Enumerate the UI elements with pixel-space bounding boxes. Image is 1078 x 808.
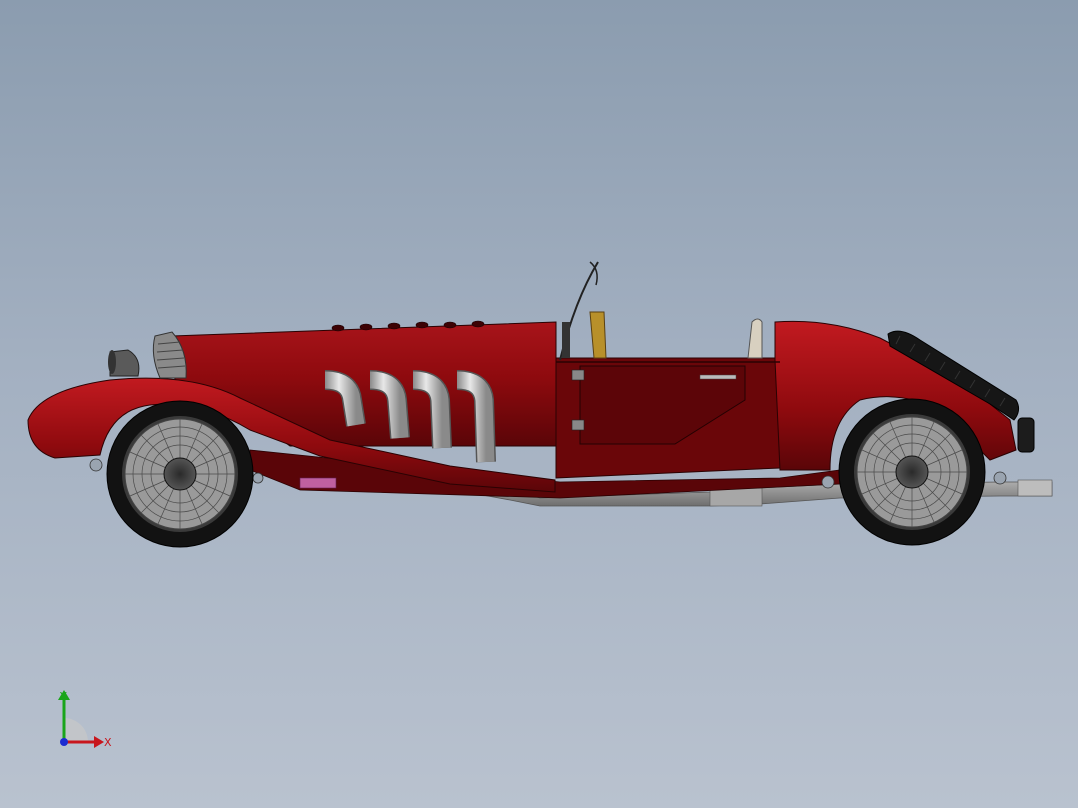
under-part bbox=[299, 477, 337, 489]
x-axis-label: X bbox=[104, 736, 112, 749]
z-axis-dot bbox=[60, 738, 68, 746]
y-axis-label: Y bbox=[59, 690, 67, 703]
front-wheel[interactable] bbox=[106, 400, 254, 548]
car-model[interactable] bbox=[0, 0, 1078, 808]
triad-plane bbox=[64, 718, 88, 742]
rear-wheel[interactable] bbox=[838, 398, 986, 546]
x-axis-arrow bbox=[94, 736, 104, 748]
windshield-frame bbox=[559, 261, 607, 361]
rear-seat-frame bbox=[747, 318, 763, 359]
headlight bbox=[108, 349, 140, 377]
graphics-viewport[interactable]: Y X bbox=[0, 0, 1078, 808]
tail-lamp bbox=[1017, 417, 1035, 453]
orientation-triad: Y X bbox=[58, 690, 112, 749]
